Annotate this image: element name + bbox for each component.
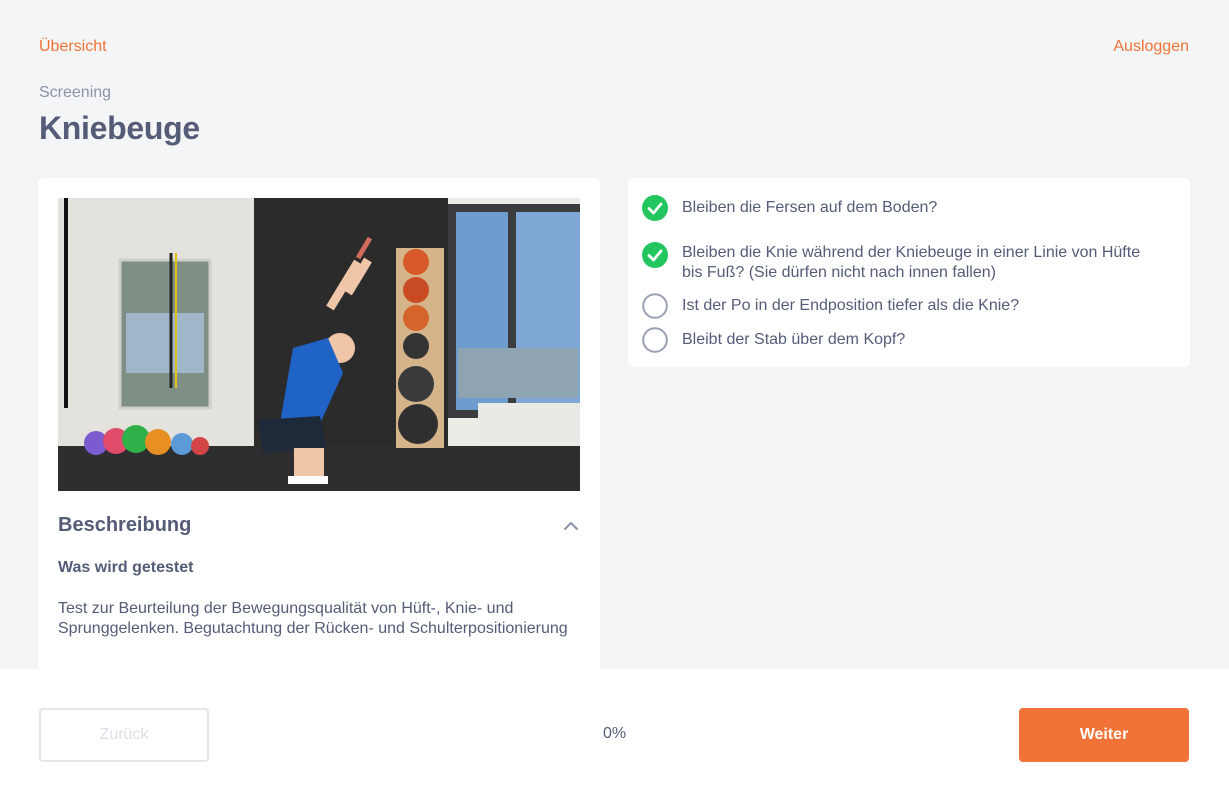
description-text: Test zur Beurteilung der Bewegungsqualit… <box>58 600 568 637</box>
checklist-item[interactable]: Bleiben die Knie während der Kniebeuge i… <box>642 240 1152 283</box>
checklist-item[interactable]: Bleiben die Fersen auf dem Boden? <box>642 195 1152 221</box>
top-navigation: Übersicht Ausloggen <box>39 38 1189 56</box>
check-circle-icon[interactable] <box>642 242 668 268</box>
description-heading: Beschreibung <box>58 514 192 536</box>
checklist-item-label: Bleiben die Knie während der Kniebeuge i… <box>682 244 1141 281</box>
exercise-card: Beschreibung Was wird getestet Test zur … <box>38 178 600 698</box>
chevron-up-icon[interactable] <box>562 517 580 535</box>
checklist-item[interactable]: Bleibt der Stab über dem Kopf? <box>642 327 1152 353</box>
description-subheading: Was wird getestet <box>58 559 194 576</box>
logout-link[interactable]: Ausloggen <box>1113 38 1189 56</box>
empty-circle-icon[interactable] <box>642 327 668 353</box>
description-header[interactable]: Beschreibung <box>58 514 580 537</box>
next-button[interactable]: Weiter <box>1019 708 1189 762</box>
checklist-item-label: Bleibt der Stab über dem Kopf? <box>682 331 906 348</box>
empty-circle-icon[interactable] <box>642 293 668 319</box>
checklist-item[interactable]: Ist der Po in der Endposition tiefer als… <box>642 293 1152 319</box>
check-circle-icon[interactable] <box>642 195 668 221</box>
footer-bar: Zurück 0% Weiter <box>0 669 1229 800</box>
checklist-card: Bleiben die Fersen auf dem Boden? Bleibe… <box>628 178 1190 367</box>
checklist-item-label: Ist der Po in der Endposition tiefer als… <box>682 297 1020 314</box>
page-title: Kniebeuge <box>39 110 200 146</box>
overview-link[interactable]: Übersicht <box>39 38 107 56</box>
checklist-item-label: Bleiben die Fersen auf dem Boden? <box>682 199 938 216</box>
page-eyebrow: Screening <box>39 84 112 101</box>
exercise-photo <box>58 198 580 491</box>
